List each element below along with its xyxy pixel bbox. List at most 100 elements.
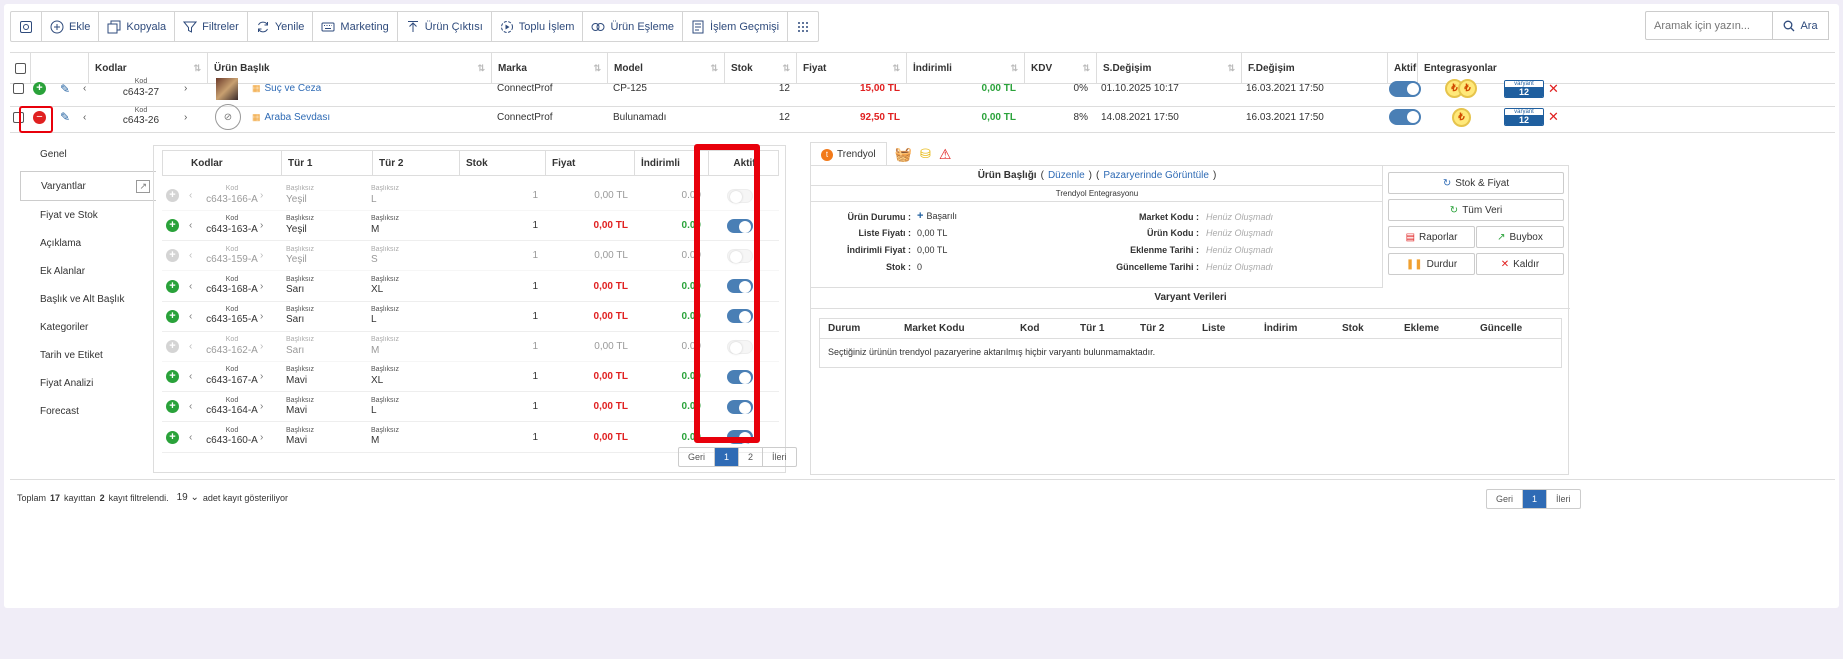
refresh-button[interactable]: Yenile bbox=[248, 12, 314, 41]
next-arrow-icon[interactable]: › bbox=[260, 423, 263, 452]
next-arrow-icon[interactable]: › bbox=[260, 272, 263, 301]
next-arrow-icon[interactable]: › bbox=[260, 241, 263, 270]
product-export-button[interactable]: Ürün Çıktısı bbox=[398, 12, 492, 41]
variant-row[interactable]: + ‹ Kod c643-168-A › Başlıksız Sarı Başlıksız XL… bbox=[162, 272, 779, 302]
search-input[interactable] bbox=[1645, 11, 1773, 40]
external-link-icon[interactable]: ↗ bbox=[136, 179, 150, 193]
add-variant-icon[interactable]: + bbox=[166, 189, 179, 202]
marketing-button[interactable]: Marketing bbox=[313, 12, 398, 41]
vd-col-header[interactable]: Market Kodu bbox=[904, 319, 965, 338]
variant-row[interactable]: + ‹ Kod c643-165-A › Başlıksız Sarı Başlıksız L 1… bbox=[162, 302, 779, 332]
view-on-marketplace-link[interactable]: Pazaryerinde Görüntüle bbox=[1103, 170, 1209, 181]
more-menu-button[interactable] bbox=[788, 12, 818, 41]
vd-col-header[interactable]: Stok bbox=[1342, 319, 1364, 338]
batch-operation-button[interactable]: Toplu İşlem bbox=[492, 12, 584, 41]
table-row[interactable]: − ✎ ‹ Kod c643-26 › ⊘ ▦ Araba Sevdası Conn… bbox=[10, 102, 1835, 133]
prev-arrow-icon[interactable]: ‹ bbox=[189, 211, 192, 240]
nav-aciklama[interactable]: Açıklama bbox=[20, 229, 156, 257]
vcol-fiyat[interactable]: Fiyat bbox=[545, 151, 635, 175]
variant-row[interactable]: + ‹ Kod c643-159-A › Başlıksız Yeşil Başlıksız S… bbox=[162, 241, 779, 272]
vd-col-header[interactable]: Kod bbox=[1020, 319, 1039, 338]
shopping-basket-icon[interactable]: 🧺 bbox=[895, 146, 912, 163]
product-matching-button[interactable]: Ürün Eşleme bbox=[583, 12, 684, 41]
remove-button[interactable]: ✕ Kaldır bbox=[1476, 253, 1564, 275]
edit-link[interactable]: Düzenle bbox=[1048, 170, 1085, 181]
main-pager-next[interactable]: İleri bbox=[1547, 490, 1580, 508]
add-variant-icon[interactable]: + bbox=[166, 309, 179, 323]
nav-kategoriler[interactable]: Kategoriler bbox=[20, 313, 156, 341]
add-variant-icon[interactable]: + bbox=[166, 219, 179, 233]
nav-forecast[interactable]: Forecast bbox=[20, 397, 156, 425]
prev-arrow-icon[interactable]: ‹ bbox=[189, 302, 192, 331]
main-pager-page-1[interactable]: 1 bbox=[1523, 490, 1548, 508]
stock-price-button[interactable]: ↻ Stok & Fiyat bbox=[1388, 172, 1564, 194]
add-variant-icon[interactable]: + bbox=[166, 340, 179, 353]
settings-button[interactable] bbox=[11, 12, 42, 41]
coins-icon[interactable]: ⛁ bbox=[920, 146, 931, 162]
edit-icon[interactable]: ✎ bbox=[60, 102, 70, 132]
next-arrow-icon[interactable]: › bbox=[260, 181, 263, 210]
variant-row[interactable]: + ‹ Kod c643-164-A › Başlıksız Mavi Başlıksız L 1… bbox=[162, 392, 779, 423]
integration-icons[interactable]: ₺ ₺ bbox=[1445, 71, 1477, 106]
next-arrow-icon[interactable]: › bbox=[184, 102, 187, 132]
add-variant-icon[interactable]: + bbox=[166, 400, 179, 414]
edit-icon[interactable]: ✎ bbox=[60, 71, 70, 106]
prev-arrow-icon[interactable]: ‹ bbox=[189, 181, 192, 210]
warning-icon[interactable]: ⚠ bbox=[939, 146, 952, 163]
history-button[interactable]: İşlem Geçmişi bbox=[683, 12, 789, 41]
add-button[interactable]: Ekle bbox=[42, 12, 100, 41]
vd-col-header[interactable]: Tür 2 bbox=[1140, 319, 1164, 338]
product-title-link[interactable]: Suç ve Ceza bbox=[265, 83, 322, 94]
next-arrow-icon[interactable]: › bbox=[184, 71, 187, 106]
add-variant-icon[interactable]: + bbox=[166, 279, 179, 293]
vcol-tur2[interactable]: Tür 2 bbox=[372, 151, 460, 175]
buybox-button[interactable]: ↗ Buybox bbox=[1476, 226, 1564, 248]
variant-row[interactable]: + ‹ Kod c643-167-A › Başlıksız Mavi Başlıksız XL… bbox=[162, 362, 779, 393]
add-variant-icon[interactable]: + bbox=[166, 370, 179, 384]
prev-arrow-icon[interactable]: ‹ bbox=[83, 71, 86, 106]
search-button[interactable]: Ara bbox=[1773, 11, 1829, 40]
integration-icons[interactable]: ₺ bbox=[1452, 102, 1471, 132]
vd-col-header[interactable]: Tür 1 bbox=[1080, 319, 1104, 338]
variant-row[interactable]: + ‹ Kod c643-162-A › Başlıksız Sarı Başlıksız M 1… bbox=[162, 332, 779, 362]
prev-arrow-icon[interactable]: ‹ bbox=[189, 332, 192, 361]
tab-trendyol[interactable]: t Trendyol bbox=[810, 142, 887, 166]
variant-badge[interactable]: varyant 12 bbox=[1504, 79, 1544, 98]
copy-button[interactable]: Kopyala bbox=[99, 12, 176, 41]
next-arrow-icon[interactable]: › bbox=[260, 362, 263, 391]
delete-icon[interactable]: ✕ bbox=[1548, 71, 1559, 106]
nav-ek-alanlar[interactable]: Ek Alanlar bbox=[20, 257, 156, 285]
pager-prev[interactable]: Geri bbox=[679, 448, 716, 466]
add-variant-icon[interactable]: + bbox=[166, 249, 179, 263]
nav-genel[interactable]: Genel bbox=[20, 140, 156, 168]
next-arrow-icon[interactable]: › bbox=[260, 211, 263, 240]
prev-arrow-icon[interactable]: ‹ bbox=[189, 241, 192, 270]
prev-arrow-icon[interactable]: ‹ bbox=[189, 392, 192, 421]
row-checkbox[interactable] bbox=[13, 83, 24, 94]
nav-tarih-etiket[interactable]: Tarih ve Etiket bbox=[20, 341, 156, 369]
next-arrow-icon[interactable]: › bbox=[260, 302, 263, 331]
product-title-link[interactable]: Araba Sevdası bbox=[265, 112, 331, 123]
variant-row[interactable]: + ‹ Kod c643-163-A › Başlıksız Yeşil Başlıksız M… bbox=[162, 211, 779, 242]
delete-icon[interactable]: ✕ bbox=[1548, 102, 1559, 132]
vd-col-header[interactable]: Ekleme bbox=[1404, 319, 1439, 338]
prev-arrow-icon[interactable]: ‹ bbox=[189, 272, 192, 301]
vd-col-header[interactable]: Liste bbox=[1202, 319, 1225, 338]
vd-col-header[interactable]: Durum bbox=[828, 319, 860, 338]
vd-col-header[interactable]: İndirim bbox=[1264, 319, 1297, 338]
expand-button[interactable]: + bbox=[33, 71, 46, 106]
prev-arrow-icon[interactable]: ‹ bbox=[83, 102, 86, 132]
main-pager-prev[interactable]: Geri bbox=[1487, 490, 1524, 508]
reports-button[interactable]: ▤ Raporlar bbox=[1388, 226, 1475, 248]
vcol-tur1[interactable]: Tür 1 bbox=[281, 151, 377, 175]
per-page-select[interactable]: 19 ⌄ bbox=[177, 492, 199, 503]
nav-varyantlar[interactable]: Varyantlar ↗ bbox=[20, 171, 156, 201]
pager-page-2[interactable]: 2 bbox=[739, 448, 764, 466]
nav-fiyat-analizi[interactable]: Fiyat Analizi bbox=[20, 369, 156, 397]
pause-button[interactable]: ❚❚ Durdur bbox=[1388, 253, 1475, 275]
nav-baslik-alt-baslik[interactable]: Başlık ve Alt Başlık bbox=[20, 285, 156, 313]
prev-arrow-icon[interactable]: ‹ bbox=[189, 362, 192, 391]
pager-page-1[interactable]: 1 bbox=[715, 448, 740, 466]
add-variant-icon[interactable]: + bbox=[166, 430, 179, 444]
prev-arrow-icon[interactable]: ‹ bbox=[189, 423, 192, 452]
